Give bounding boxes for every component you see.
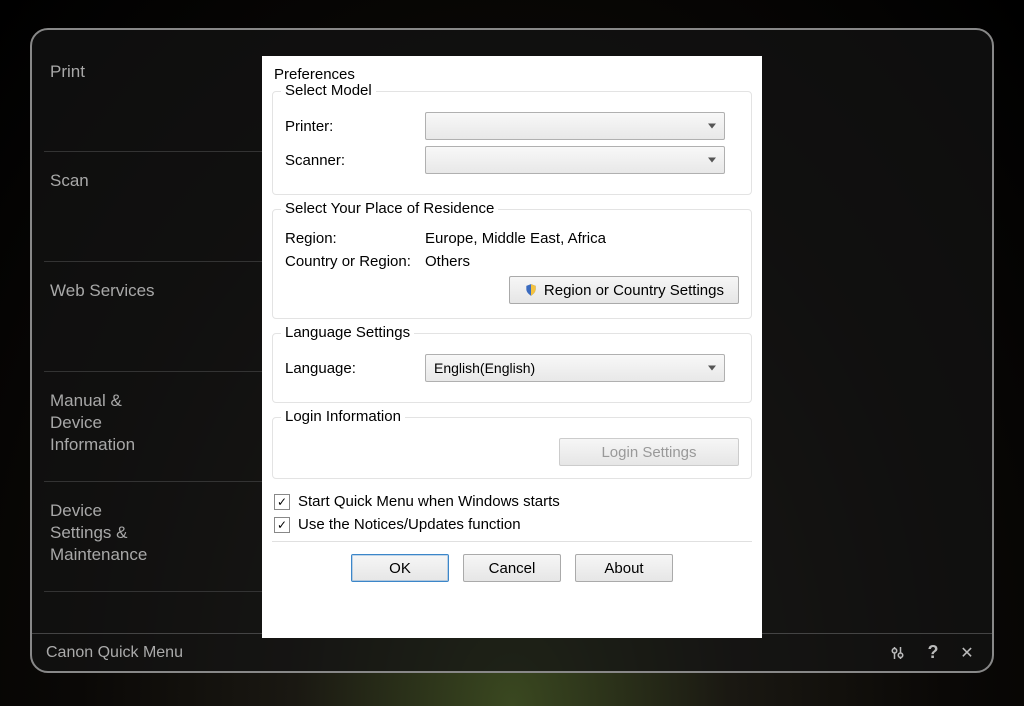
help-icon[interactable]: ? xyxy=(922,642,944,664)
country-label: Country or Region: xyxy=(285,253,425,270)
sidebar-item-manual-device-info[interactable]: Manual & Device Information xyxy=(44,372,264,482)
about-button[interactable]: About xyxy=(575,554,673,582)
use-notices-label: Use the Notices/Updates function xyxy=(298,516,521,533)
sidebar-item-print[interactable]: Print xyxy=(44,42,264,152)
language-group: Language Settings Language: English(Engl… xyxy=(272,333,752,403)
dialog-footer: OK Cancel About xyxy=(272,541,752,582)
close-icon[interactable]: ✕ xyxy=(956,642,978,664)
sidebar-item-label: Web Services xyxy=(50,281,155,300)
login-settings-button[interactable]: Login Settings xyxy=(559,438,739,466)
app-name-label: Canon Quick Menu xyxy=(46,644,183,662)
bottom-bar: Canon Quick Menu ? ✕ xyxy=(32,633,992,671)
ok-button[interactable]: OK xyxy=(351,554,449,582)
start-with-windows-label: Start Quick Menu when Windows starts xyxy=(298,493,560,510)
sidebar: Print Scan Web Services Manual & Device … xyxy=(44,42,264,592)
country-value: Others xyxy=(425,253,739,270)
language-label: Language: xyxy=(285,360,425,377)
login-legend: Login Information xyxy=(281,408,405,425)
sidebar-item-scan[interactable]: Scan xyxy=(44,152,264,262)
sidebar-item-label: Print xyxy=(50,62,85,81)
language-combo[interactable]: English(English) xyxy=(425,354,725,382)
printer-combo[interactable] xyxy=(425,112,725,140)
language-legend: Language Settings xyxy=(281,324,414,341)
sidebar-item-device-settings[interactable]: Device Settings & Maintenance xyxy=(44,482,264,592)
settings-icon[interactable] xyxy=(888,642,910,664)
scanner-combo[interactable] xyxy=(425,146,725,174)
region-label: Region: xyxy=(285,230,425,247)
printer-label: Printer: xyxy=(285,118,425,135)
sidebar-item-label: Manual & Device Information xyxy=(50,391,135,454)
shield-icon xyxy=(524,283,538,297)
residence-legend: Select Your Place of Residence xyxy=(281,200,498,217)
sidebar-item-label: Scan xyxy=(50,171,89,190)
login-group: Login Information Login Settings xyxy=(272,417,752,479)
region-value: Europe, Middle East, Africa xyxy=(425,230,739,247)
sidebar-item-web-services[interactable]: Web Services xyxy=(44,262,264,372)
preferences-dialog: Preferences Select Model Printer: Scanne… xyxy=(262,56,762,638)
start-with-windows-row[interactable]: Start Quick Menu when Windows starts xyxy=(274,493,750,510)
start-with-windows-checkbox[interactable] xyxy=(274,494,290,510)
use-notices-checkbox[interactable] xyxy=(274,517,290,533)
cancel-button[interactable]: Cancel xyxy=(463,554,561,582)
use-notices-row[interactable]: Use the Notices/Updates function xyxy=(274,516,750,533)
select-model-group: Select Model Printer: Scanner: xyxy=(272,91,752,195)
region-country-settings-button[interactable]: Region or Country Settings xyxy=(509,276,739,304)
sidebar-item-label: Device Settings & Maintenance xyxy=(50,501,147,564)
select-model-legend: Select Model xyxy=(281,82,376,99)
scanner-label: Scanner: xyxy=(285,152,425,169)
residence-group: Select Your Place of Residence Region: E… xyxy=(272,209,752,319)
